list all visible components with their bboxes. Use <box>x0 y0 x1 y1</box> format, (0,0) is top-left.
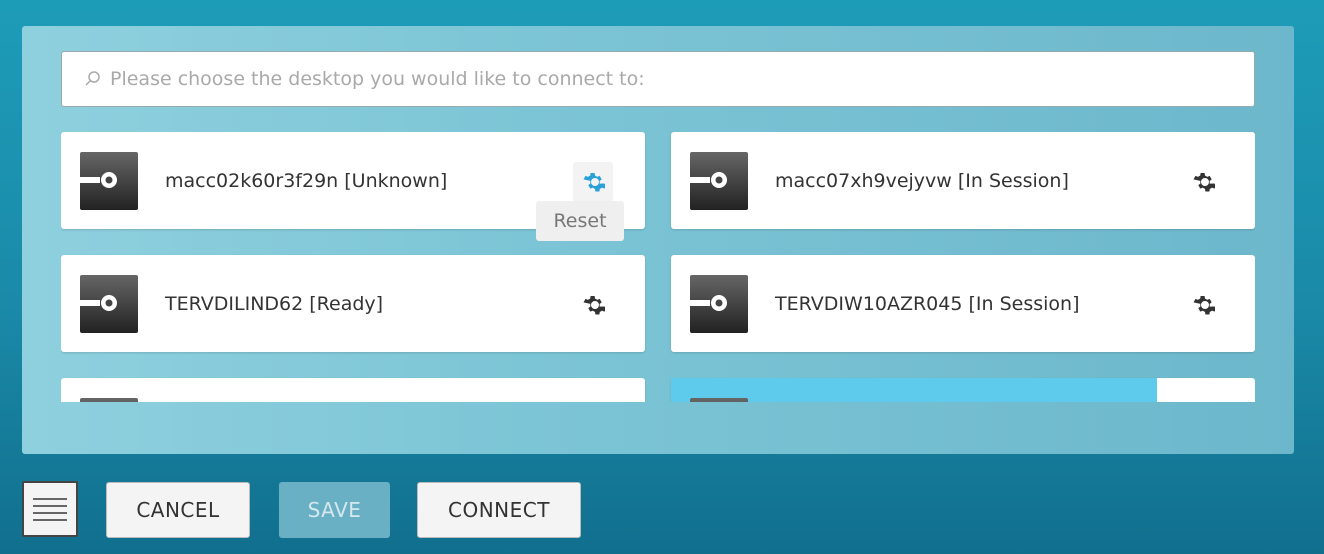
search-icon <box>85 71 100 86</box>
desktop-name: TERVDIW10AZR045 [In Session] <box>775 292 1080 315</box>
desktop-icon <box>80 152 138 210</box>
hamburger-menu-icon <box>33 511 67 514</box>
gear-icon <box>1193 296 1215 315</box>
connect-button[interactable]: CONNECT <box>417 482 581 538</box>
hamburger-menu-icon <box>33 518 67 521</box>
menu-button[interactable] <box>22 481 78 537</box>
desktop-icon <box>80 398 138 402</box>
desktop-card[interactable]: macc07xh9vejyvw [In Session] <box>671 132 1255 229</box>
cancel-button[interactable]: CANCEL <box>106 482 250 538</box>
gear-icon <box>583 296 605 315</box>
desktop-icon <box>80 275 138 333</box>
settings-button[interactable] <box>573 162 613 202</box>
search-input[interactable] <box>110 68 1210 90</box>
reset-tooltip: Reset <box>536 201 624 241</box>
desktop-name: macc07xh9vejyvw [In Session] <box>775 169 1069 192</box>
desktop-card-selected[interactable] <box>671 378 1255 402</box>
gear-icon <box>1193 173 1215 192</box>
desktop-card[interactable]: TERVDILIND62 [Ready] <box>61 255 645 352</box>
action-bar: CANCEL SAVE CONNECT <box>0 454 1324 554</box>
desktop-card[interactable] <box>61 378 645 402</box>
hamburger-menu-icon <box>33 497 67 500</box>
desktop-name: macc02k60r3f29n [Unknown] <box>165 169 448 192</box>
settings-button[interactable] <box>1183 162 1223 202</box>
settings-button[interactable] <box>573 285 613 325</box>
desktop-name: TERVDILIND62 [Ready] <box>165 292 384 315</box>
settings-button[interactable] <box>1183 285 1223 325</box>
search-box[interactable] <box>61 51 1255 107</box>
desktop-icon <box>690 275 748 333</box>
gear-icon <box>583 173 605 192</box>
app-root: { "search": { "placeholder": "Please cho… <box>0 0 1324 554</box>
desktop-card[interactable]: TERVDIW10AZR045 [In Session] <box>671 255 1255 352</box>
save-button[interactable]: SAVE <box>279 482 390 538</box>
desktop-list: macc02k60r3f29n [Unknown] macc07xh9vejyv… <box>61 132 1255 402</box>
desktop-chooser-panel: macc02k60r3f29n [Unknown] macc07xh9vejyv… <box>22 26 1294 454</box>
desktop-icon <box>690 398 748 402</box>
desktop-icon <box>690 152 748 210</box>
hamburger-menu-icon <box>33 504 67 507</box>
